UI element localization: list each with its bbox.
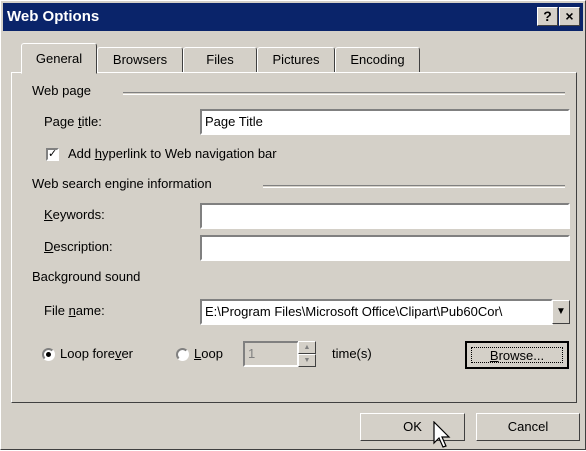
spin-down-icon: ▼ (298, 354, 316, 367)
tab-browsers[interactable]: Browsers (97, 47, 183, 73)
group-search-info: Web search engine information (32, 176, 212, 191)
browse-button[interactable]: Browse... (465, 341, 569, 369)
loop-forever-radio[interactable] (42, 348, 55, 361)
tab-general[interactable]: General (21, 43, 97, 74)
tab-files[interactable]: Files (183, 47, 257, 73)
keywords-input[interactable] (200, 203, 570, 229)
spin-up-icon: ▲ (298, 341, 316, 354)
loop-label[interactable]: Loop (194, 346, 223, 361)
radio-selected-dot (46, 352, 51, 357)
dialog-title: Web Options (7, 8, 100, 25)
nav-bar-checkbox[interactable]: ✓ (46, 148, 59, 161)
file-name-combobox[interactable]: E:\Program Files\Microsoft Office\Clipar… (200, 299, 553, 325)
keywords-label: Keywords: (44, 207, 105, 222)
page-title-label: Page title: (44, 114, 102, 129)
close-button[interactable]: × (559, 7, 580, 26)
loop-count-input: 1 (243, 341, 299, 367)
cancel-button[interactable]: Cancel (476, 413, 580, 441)
page-title-input[interactable]: Page Title (200, 109, 570, 135)
group-divider (263, 185, 565, 188)
mouse-cursor-icon (433, 421, 451, 448)
focus-rect (471, 347, 563, 363)
tab-pictures[interactable]: Pictures (257, 47, 335, 73)
file-name-label: File name: (44, 303, 105, 318)
loop-forever-label[interactable]: Loop forever (60, 346, 133, 361)
loop-radio[interactable] (176, 348, 189, 361)
group-web-page: Web page (32, 83, 92, 98)
description-input[interactable] (200, 235, 570, 261)
times-label: time(s) (332, 346, 372, 361)
tab-encoding[interactable]: Encoding (335, 47, 420, 73)
web-options-dialog: Web Options ? × General Browsers Files P… (0, 0, 586, 450)
dropdown-arrow-icon[interactable]: ▼ (552, 300, 570, 324)
help-button[interactable]: ? (537, 7, 558, 26)
group-background-sound: Background sound (32, 269, 141, 284)
nav-bar-checkbox-label[interactable]: Add hyperlink to Web navigation bar (68, 146, 277, 161)
description-label: Description: (44, 239, 113, 254)
group-divider (123, 92, 565, 95)
title-bar[interactable]: Web Options ? × (3, 3, 583, 31)
